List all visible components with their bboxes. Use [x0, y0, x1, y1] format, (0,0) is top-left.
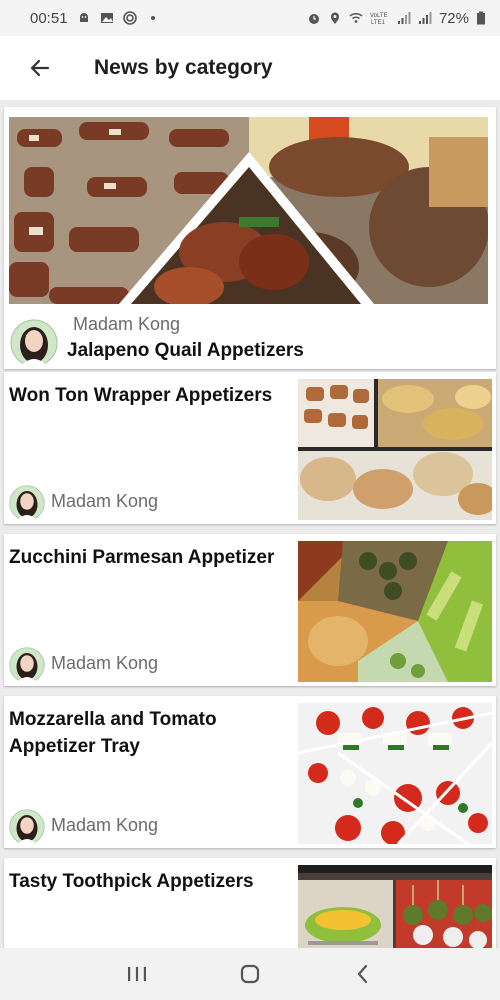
back-icon — [358, 964, 368, 984]
article-title[interactable]: Jalapeno Quail Appetizers — [67, 340, 304, 362]
news-feed[interactable]: Madam Kong Jalapeno Quail Appetizers Won… — [0, 104, 500, 948]
system-nav-bar — [0, 948, 500, 1000]
author-avatar — [10, 319, 58, 367]
alarm-icon — [308, 14, 319, 24]
article-thumbnail — [298, 379, 492, 520]
signal-icon — [397, 12, 411, 24]
author-avatar — [9, 485, 45, 521]
article-author: Madam Kong — [73, 314, 181, 334]
status-time: 00:51 — [30, 9, 68, 27]
battery-percent: 72% — [438, 9, 469, 27]
featured-article-image — [9, 117, 488, 304]
article-author: Madam Kong — [51, 653, 159, 673]
system-back-button[interactable] — [343, 954, 383, 994]
article-card[interactable]: Zucchini Parmesan Appetizer Madam Kong — [4, 534, 496, 686]
arrow-left-icon — [30, 59, 50, 77]
volte-lte-icon: VoLTELTE1 — [370, 13, 388, 25]
target-icon — [122, 11, 137, 25]
article-title[interactable]: Zucchini Parmesan Appetizer — [9, 544, 289, 571]
article-title[interactable]: Tasty Toothpick Appetizers — [9, 868, 299, 895]
location-icon — [330, 12, 339, 24]
battery-icon — [477, 11, 485, 25]
recents-button[interactable] — [117, 954, 157, 994]
page-title: News by category — [94, 56, 273, 79]
signal-icon — [418, 12, 432, 24]
svg-text:LTE1: LTE1 — [371, 20, 386, 25]
author-avatar — [9, 809, 45, 845]
article-author: Madam Kong — [51, 815, 159, 835]
svg-text:VoLTE: VoLTE — [370, 13, 388, 19]
home-icon — [240, 964, 260, 984]
wifi-icon — [349, 12, 363, 23]
status-bar: 00:51 VoLTE LTE1 72% — [0, 0, 500, 36]
article-card[interactable]: Mozzarella and Tomato Appetizer Tray Mad… — [4, 696, 496, 848]
featured-article-card[interactable]: Madam Kong Jalapeno Quail Appetizers — [4, 107, 496, 369]
android-debug-icon — [79, 13, 88, 22]
image-icon — [100, 13, 113, 23]
back-button[interactable] — [20, 48, 60, 88]
dot-icon — [150, 16, 155, 20]
recents-icon — [127, 967, 146, 981]
app-bar: News by category — [0, 36, 500, 100]
home-button[interactable] — [230, 954, 270, 994]
author-avatar — [9, 647, 45, 683]
article-thumbnail — [298, 541, 492, 682]
article-title[interactable]: Mozzarella and Tomato Appetizer Tray — [9, 706, 289, 760]
article-card[interactable]: Tasty Toothpick Appetizers — [4, 858, 496, 948]
article-thumbnail — [298, 865, 492, 948]
article-author: Madam Kong — [51, 491, 159, 511]
article-title[interactable]: Won Ton Wrapper Appetizers — [9, 382, 289, 409]
article-card[interactable]: Won Ton Wrapper Appetizers Madam Kong — [4, 372, 496, 524]
article-thumbnail — [298, 703, 492, 844]
